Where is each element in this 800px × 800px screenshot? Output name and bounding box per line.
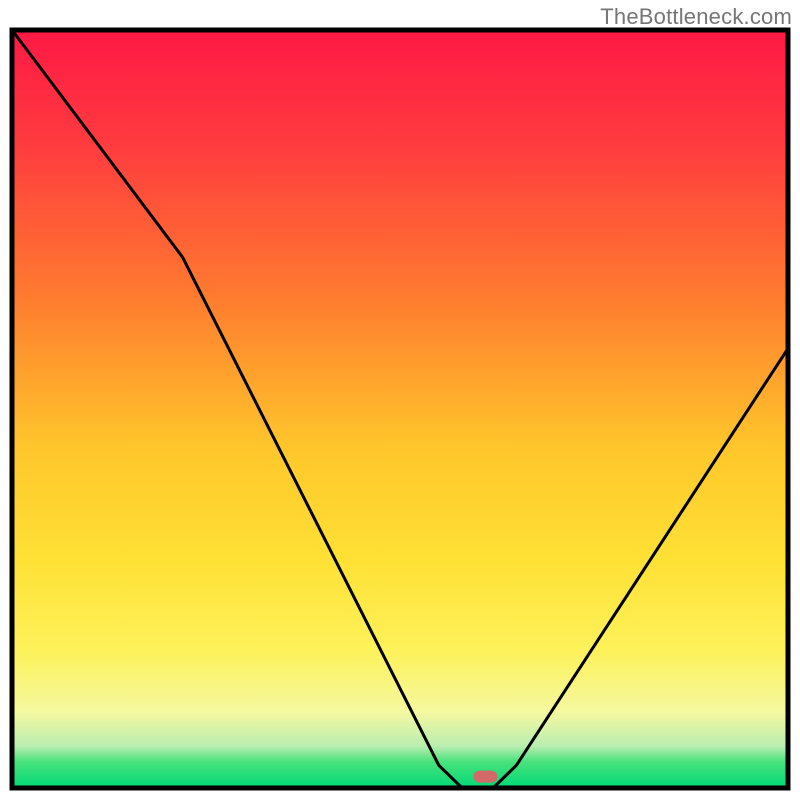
optimal-point-marker bbox=[473, 771, 497, 783]
bottleneck-chart bbox=[0, 0, 800, 800]
watermark-label: TheBottleneck.com bbox=[600, 4, 792, 30]
gradient-background bbox=[12, 30, 788, 788]
chart-container: TheBottleneck.com bbox=[0, 0, 800, 800]
